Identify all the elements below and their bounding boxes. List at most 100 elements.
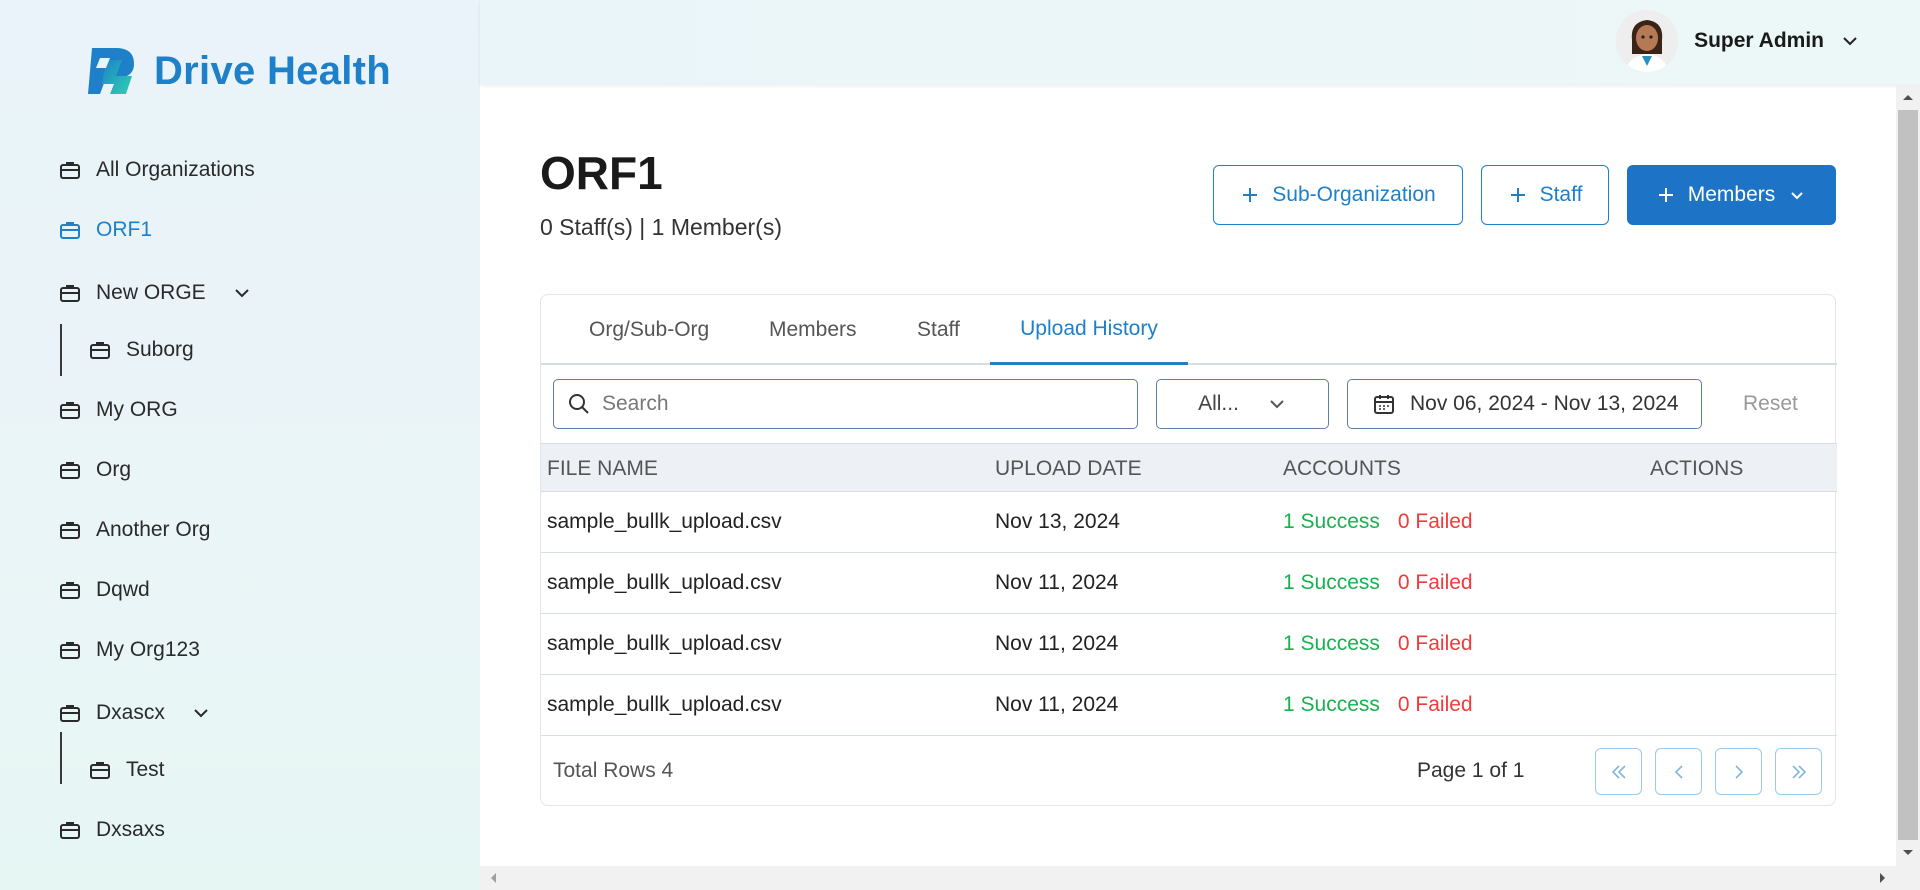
calendar-icon bbox=[1374, 395, 1394, 414]
first-page-button[interactable] bbox=[1595, 748, 1642, 795]
search-field[interactable] bbox=[553, 379, 1138, 429]
table-row: sample_bullk_upload.csv Nov 11, 2024 1 S… bbox=[541, 614, 1837, 675]
avatar bbox=[1616, 10, 1679, 72]
table-footer: Total Rows 4 Page 1 of 1 bbox=[541, 736, 1837, 806]
sidebar-item-org[interactable]: Org bbox=[58, 450, 131, 490]
sidebar-item-test[interactable]: Test bbox=[88, 750, 165, 790]
sidebar-item-my-org[interactable]: My ORG bbox=[58, 390, 178, 430]
sidebar-item-another-org[interactable]: Another Org bbox=[58, 510, 210, 550]
sidebar-item-label: All Organizations bbox=[96, 158, 255, 181]
sidebar-item-label: Dxascx bbox=[96, 701, 165, 724]
failed-count[interactable]: 0 Failed bbox=[1398, 510, 1473, 534]
search-icon bbox=[569, 394, 589, 414]
last-page-button[interactable] bbox=[1775, 748, 1822, 795]
button-label: Members bbox=[1687, 183, 1776, 206]
sidebar-item-label: My Org123 bbox=[96, 638, 200, 661]
column-header-file-name[interactable]: FILE NAME bbox=[547, 444, 658, 493]
chevron-left-icon bbox=[1674, 764, 1683, 779]
upload-date-cell: Nov 11, 2024 bbox=[995, 571, 1119, 594]
scroll-right-icon[interactable] bbox=[1872, 866, 1892, 890]
sidebar-item-label: Another Org bbox=[96, 518, 211, 541]
sidebar-item-label: Suborg bbox=[126, 338, 194, 361]
add-members-button[interactable]: Members bbox=[1627, 165, 1836, 225]
tab-members[interactable]: Members bbox=[769, 295, 857, 365]
tree-line bbox=[60, 324, 62, 376]
vertical-scrollbar[interactable] bbox=[1896, 84, 1920, 866]
column-header-upload-date[interactable]: UPLOAD DATE bbox=[995, 444, 1142, 493]
user-avatar-icon bbox=[1616, 10, 1679, 72]
failed-count[interactable]: 0 Failed bbox=[1398, 632, 1473, 656]
horizontal-scrollbar[interactable] bbox=[480, 866, 1920, 890]
briefcase-icon bbox=[90, 762, 110, 779]
upload-date-cell: Nov 11, 2024 bbox=[995, 632, 1119, 655]
chevron-down-icon[interactable] bbox=[232, 283, 252, 303]
tab-org-sub-org[interactable]: Org/Sub-Org bbox=[589, 295, 709, 365]
status-select-value: All... bbox=[1198, 392, 1239, 415]
upload-date-cell: Nov 13, 2024 bbox=[995, 510, 1120, 533]
failed-count[interactable]: 0 Failed bbox=[1398, 693, 1473, 717]
sidebar-item-dxsaxs[interactable]: Dxsaxs bbox=[58, 810, 165, 850]
search-input[interactable] bbox=[602, 392, 1122, 416]
sidebar-item-label: My ORG bbox=[96, 398, 178, 421]
top-bar: Super Admin bbox=[480, 0, 1920, 84]
brand-logo[interactable]: Drive Health bbox=[86, 46, 391, 96]
sidebar-item-dqwd[interactable]: Dqwd bbox=[58, 570, 150, 610]
sidebar-item-new-orge[interactable]: New ORGE bbox=[58, 273, 252, 313]
chevron-down-icon[interactable] bbox=[1840, 31, 1860, 51]
previous-page-button[interactable] bbox=[1655, 748, 1702, 795]
upload-date-cell: Nov 11, 2024 bbox=[995, 693, 1119, 716]
success-count[interactable]: 1 Success bbox=[1283, 571, 1380, 595]
scroll-down-icon[interactable] bbox=[1896, 842, 1920, 862]
sidebar: Drive Health All Organizations ORF1 New … bbox=[0, 0, 480, 890]
page-info: Page 1 of 1 bbox=[1417, 759, 1525, 782]
table-row: sample_bullk_upload.csv Nov 13, 2024 1 S… bbox=[541, 492, 1837, 553]
column-header-accounts[interactable]: ACCOUNTS bbox=[1283, 444, 1401, 493]
add-staff-button[interactable]: Staff bbox=[1481, 165, 1609, 225]
page-subtitle: 0 Staff(s) | 1 Member(s) bbox=[540, 214, 782, 240]
tab-upload-history[interactable]: Upload History bbox=[990, 295, 1188, 365]
scrollbar-thumb[interactable] bbox=[1898, 110, 1918, 840]
scroll-left-icon[interactable] bbox=[484, 866, 504, 890]
chevrons-right-icon bbox=[1791, 764, 1806, 779]
user-name: Super Admin bbox=[1694, 29, 1824, 52]
tab-bar: Org/Sub-Org Members Staff Upload History bbox=[541, 295, 1837, 365]
status-select[interactable]: All... bbox=[1156, 379, 1329, 429]
button-label: Sub-Organization bbox=[1272, 183, 1436, 206]
next-page-button[interactable] bbox=[1715, 748, 1762, 795]
chevron-down-icon[interactable] bbox=[191, 703, 211, 723]
success-count[interactable]: 1 Success bbox=[1283, 632, 1380, 656]
plus-icon bbox=[1243, 188, 1258, 202]
sidebar-item-label: New ORGE bbox=[96, 281, 206, 304]
sidebar-item-my-org123[interactable]: My Org123 bbox=[58, 630, 200, 670]
chevron-down-icon bbox=[1270, 400, 1284, 409]
chevron-right-icon bbox=[1734, 764, 1743, 779]
plus-icon bbox=[1658, 188, 1673, 202]
sidebar-item-suborg[interactable]: Suborg bbox=[88, 330, 194, 370]
sidebar-item-label: Dxsaxs bbox=[96, 818, 165, 841]
accounts-cell: 1 Success 0 Failed bbox=[1283, 553, 1473, 613]
failed-count[interactable]: 0 Failed bbox=[1398, 571, 1473, 595]
briefcase-icon bbox=[60, 285, 80, 302]
file-name-cell: sample_bullk_upload.csv bbox=[547, 693, 782, 716]
briefcase-icon bbox=[60, 822, 80, 839]
table-row: sample_bullk_upload.csv Nov 11, 2024 1 S… bbox=[541, 675, 1837, 736]
sidebar-item-orf1[interactable]: ORF1 bbox=[58, 210, 152, 250]
success-count[interactable]: 1 Success bbox=[1283, 510, 1380, 534]
accounts-cell: 1 Success 0 Failed bbox=[1283, 492, 1473, 552]
briefcase-icon bbox=[60, 705, 80, 722]
date-range-value: Nov 06, 2024 - Nov 13, 2024 bbox=[1410, 392, 1679, 415]
reset-button[interactable]: Reset bbox=[1743, 379, 1798, 429]
tab-staff[interactable]: Staff bbox=[917, 295, 960, 365]
briefcase-icon bbox=[60, 522, 80, 539]
date-range-picker[interactable]: Nov 06, 2024 - Nov 13, 2024 bbox=[1347, 379, 1702, 429]
user-menu[interactable]: Super Admin bbox=[1616, 10, 1860, 72]
add-sub-organization-button[interactable]: Sub-Organization bbox=[1213, 165, 1463, 225]
sidebar-item-all-organizations[interactable]: All Organizations bbox=[58, 150, 255, 190]
sidebar-item-dxascx[interactable]: Dxascx bbox=[58, 693, 211, 733]
scroll-up-icon[interactable] bbox=[1896, 88, 1920, 108]
page-title: ORF1 bbox=[540, 147, 663, 199]
success-count[interactable]: 1 Success bbox=[1283, 693, 1380, 717]
briefcase-icon bbox=[60, 462, 80, 479]
button-label: Staff bbox=[1539, 183, 1583, 206]
total-rows: Total Rows 4 bbox=[553, 759, 674, 782]
